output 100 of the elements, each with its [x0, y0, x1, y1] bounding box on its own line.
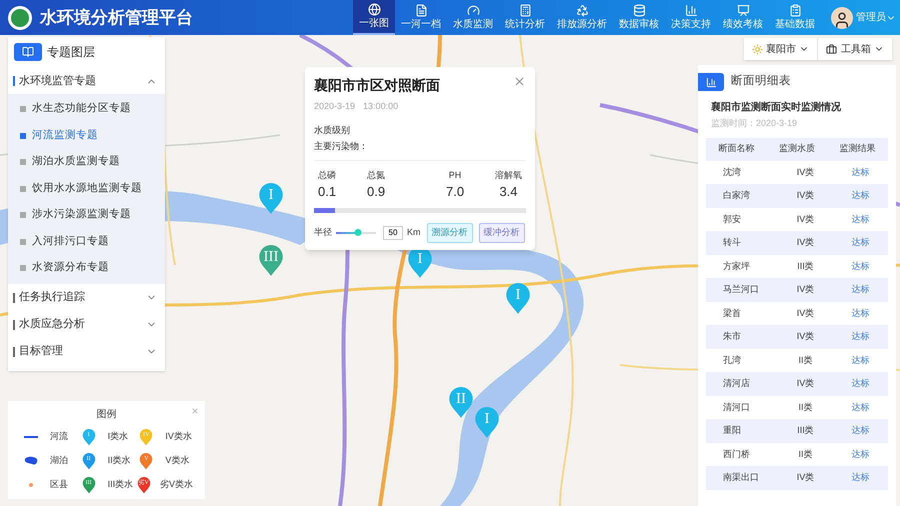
popup-field-label: 水质级别 — [314, 124, 351, 136]
popup-title: 襄阳市市区对照断面 — [314, 76, 441, 95]
result-link[interactable]: 达标 — [852, 354, 870, 364]
city-dropdown[interactable]: 襄阳市 — [744, 38, 818, 60]
column-header: 监测结果 — [838, 142, 877, 156]
layer-item[interactable]: 湖泊水质监测专题 — [8, 149, 165, 176]
logo-icon — [8, 6, 32, 30]
metric-name: 总磷 — [318, 168, 336, 182]
result-link[interactable]: 达标 — [852, 472, 870, 482]
table-cell-text: II类 — [797, 400, 814, 414]
layer-group-header[interactable]: 目标管理 — [8, 338, 165, 364]
metric-name: PH — [448, 168, 462, 182]
table-cell-text: IV类 — [796, 377, 816, 390]
table-cell-text: IV类 — [796, 330, 816, 343]
layer-item[interactable]: 水资源分布专题 — [8, 255, 165, 282]
table-cell-text: IV类 — [796, 306, 816, 320]
calculator-icon — [518, 4, 532, 17]
sun-icon — [752, 44, 763, 54]
metric-value: 0.1 — [318, 183, 336, 201]
legend-label: 河流 — [50, 430, 68, 444]
map-marker[interactable]: I — [474, 407, 500, 439]
result-link[interactable]: 达标 — [852, 237, 870, 247]
toolbox-dropdown[interactable]: 工具箱 — [818, 38, 892, 60]
layer-item[interactable]: 河流监测专题 — [8, 122, 165, 149]
nav-tab[interactable]: 一河一档 — [395, 0, 447, 35]
nav-tab[interactable]: 决策支持 — [665, 0, 717, 35]
layer-item[interactable]: 入河排污口专题 — [8, 228, 165, 255]
map-marker[interactable]: I — [258, 183, 284, 215]
layer-group-header[interactable]: 水环境监管专题 — [8, 68, 165, 94]
result-link[interactable]: 达标 — [852, 331, 870, 341]
slider-thumb[interactable] — [354, 229, 362, 236]
close-button[interactable] — [513, 75, 526, 88]
result-link[interactable]: 达标 — [852, 378, 870, 388]
briefcase-icon — [826, 44, 837, 54]
database-icon — [632, 4, 646, 17]
table-cell-text: 梁首 — [722, 306, 742, 320]
result-link[interactable]: 达标 — [852, 190, 870, 200]
popup-time: 13:00:00 — [363, 100, 398, 113]
table-cell-text: 朱市 — [722, 330, 742, 343]
radius-slider[interactable] — [336, 228, 376, 236]
app-title: 水环境分析管理平台 — [40, 6, 193, 29]
analysis-button[interactable]: 缓冲分析 — [478, 222, 524, 242]
nav-tab[interactable]: 基础数据 — [769, 0, 821, 35]
legend-label: 湖泊 — [50, 454, 68, 468]
metric-name: 总氮 — [367, 168, 386, 182]
result-link[interactable]: 达标 — [852, 448, 870, 458]
nav-tab[interactable]: 绩效考核 — [717, 0, 769, 35]
layer-item[interactable]: 饮用水水源地监测专题 — [8, 176, 165, 202]
legend-label: II类水 — [108, 454, 131, 468]
gauge-icon — [466, 4, 480, 17]
nav-tab[interactable]: 排放源分析 — [551, 0, 613, 35]
table-cell-text: 清河口 — [722, 400, 751, 414]
map-marker[interactable]: I — [505, 283, 531, 315]
metric-value: 3.4 — [499, 183, 518, 201]
presentation-icon — [736, 4, 750, 17]
unit-label: Km — [407, 226, 420, 239]
table-cell-text: IV类 — [796, 471, 816, 484]
layer-item[interactable]: 涉水污染源监测专题 — [8, 202, 165, 228]
table-cell-text: IV类 — [796, 189, 816, 202]
column-header: 监测水质 — [778, 142, 816, 156]
result-link[interactable]: 达标 — [852, 284, 870, 294]
nav-tab[interactable]: 数据审核 — [613, 0, 665, 35]
map-marker[interactable]: II — [448, 387, 474, 419]
table-cell-text: IV类 — [796, 166, 816, 178]
table-cell-text: 孔湾 — [722, 354, 742, 366]
user-menu[interactable]: 管理员 — [856, 10, 896, 25]
result-link[interactable]: 达标 — [852, 260, 870, 270]
nav-tab[interactable]: 水质监测 — [447, 0, 499, 35]
layer-group-header[interactable]: 水质应急分析 — [8, 312, 165, 338]
table-cell-text: IV类 — [796, 212, 816, 226]
nav-tab[interactable]: 统计分析 — [499, 0, 551, 35]
result-link[interactable]: 达标 — [852, 402, 870, 412]
globe-icon — [368, 3, 380, 16]
table-cell-text: 清河店 — [722, 377, 751, 390]
lake-icon — [24, 456, 38, 466]
layer-group-header[interactable]: 任务执行追踪 — [8, 284, 165, 310]
table-cell-text: 马兰河口 — [722, 283, 760, 296]
layer-item[interactable]: 水生态功能分区专题 — [8, 96, 165, 122]
table-cell-text: II类 — [797, 448, 814, 460]
recycle-icon — [576, 4, 588, 17]
book-icon — [14, 43, 42, 61]
result-link[interactable]: 达标 — [852, 308, 870, 318]
table-cell-text: III类 — [796, 424, 815, 437]
map-marker[interactable]: III — [258, 245, 284, 277]
table-cell-text: 西门桥 — [722, 448, 751, 460]
radius-label: 半径 — [314, 226, 332, 239]
result-link[interactable]: 达标 — [852, 425, 870, 435]
legend-label: 劣V类水 — [160, 478, 193, 492]
table-cell-text: 方家坪 — [722, 260, 751, 272]
close-button[interactable] — [191, 407, 199, 415]
legend-label: IV类水 — [165, 430, 192, 444]
result-link[interactable]: 达标 — [852, 214, 870, 224]
metric-value: 7.0 — [446, 183, 464, 201]
nav-tab[interactable]: 一张图 — [353, 0, 395, 35]
table-cell-text: IV类 — [796, 236, 816, 249]
analysis-button[interactable]: 溯源分析 — [426, 222, 472, 242]
legend-label: 区县 — [50, 478, 68, 492]
radius-input[interactable]: 50 — [383, 226, 403, 240]
table-cell-text: 郭安 — [722, 212, 742, 226]
result-link[interactable]: 达标 — [852, 166, 870, 176]
